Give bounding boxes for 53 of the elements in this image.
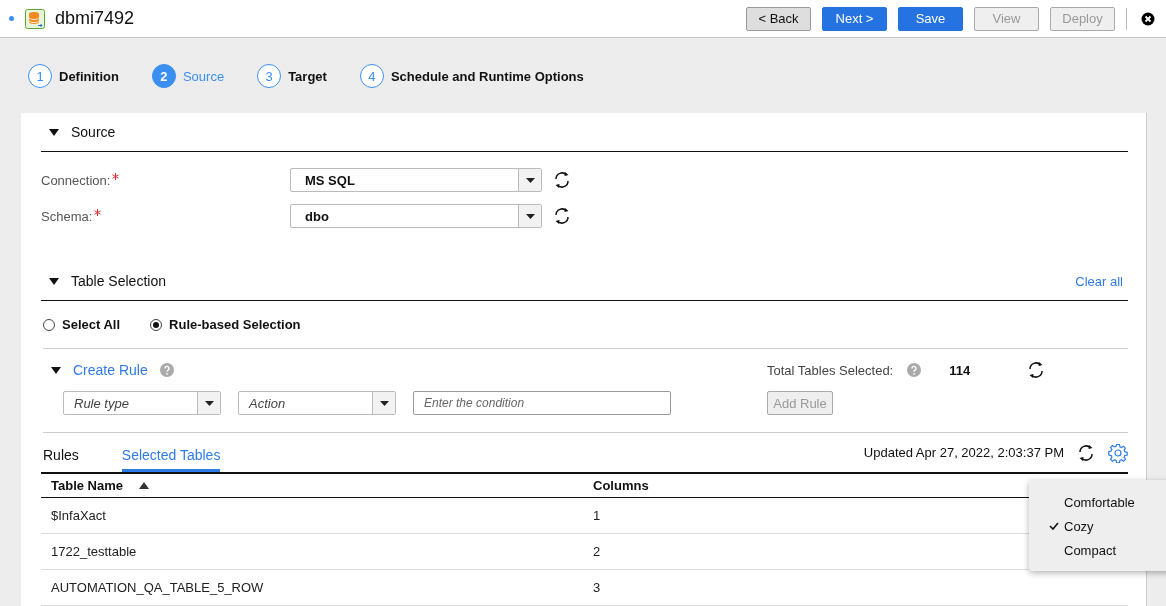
radio-label[interactable]: Select All: [62, 317, 121, 332]
caret-icon: [204, 400, 214, 406]
step-label[interactable]: Target: [288, 68, 327, 84]
updated-time: Updated Apr 27, 2022, 2:03:37 PM: [863, 445, 1064, 460]
task-title: dbmi7492: [55, 8, 136, 29]
menu-item[interactable]: Comfortable: [1064, 494, 1135, 510]
table-cell: $InfaXact: [51, 508, 106, 523]
field-label: Schema:: [41, 208, 93, 224]
collapse-triangle-icon[interactable]: [51, 366, 61, 374]
tab[interactable]: Selected Tables: [121, 447, 221, 472]
clear-all-link[interactable]: Clear all: [1075, 273, 1123, 289]
collapse-triangle-icon[interactable]: [49, 128, 59, 136]
radio-label[interactable]: Rule-based Selection: [169, 317, 301, 332]
step-label[interactable]: Schedule and Runtime Options: [390, 68, 584, 84]
section-title: Table Selection: [71, 273, 167, 289]
sort-icon[interactable]: [139, 482, 149, 489]
header-button[interactable]: Save: [898, 6, 963, 31]
condition-input[interactable]: Enter the condition: [413, 391, 671, 415]
table-cell: 1722_testtable: [51, 544, 137, 559]
field-label: Connection:: [41, 172, 111, 188]
caret-icon: [379, 400, 389, 406]
table-cell: 1: [593, 508, 601, 523]
table-cell: 2: [593, 544, 601, 559]
column-header[interactable]: Columns: [593, 478, 649, 493]
menu-item[interactable]: Cozy: [1064, 518, 1094, 534]
collapse-triangle-icon[interactable]: [49, 277, 59, 285]
dropdown-field[interactable]: dbo: [290, 204, 542, 228]
total-count: 114: [949, 362, 971, 378]
refresh-icon[interactable]: [552, 170, 572, 190]
refresh-icon[interactable]: [1076, 442, 1096, 463]
dropdown-field[interactable]: Rule type: [63, 391, 221, 415]
dropdown-field[interactable]: Action: [238, 391, 396, 415]
dropdown-field[interactable]: MS SQL: [290, 168, 542, 192]
tab[interactable]: Rules: [43, 447, 79, 472]
step-label[interactable]: Definition: [59, 68, 119, 84]
column-header[interactable]: Table Name: [51, 478, 123, 493]
table-cell: 3: [593, 580, 601, 595]
close-icon[interactable]: [1141, 11, 1155, 26]
table-cell: AUTOMATION_QA_TABLE_5_ROW: [51, 580, 264, 595]
database-task-icon: [25, 8, 45, 29]
total-label: Total Tables Selected:: [767, 362, 894, 378]
caret-icon: [525, 213, 535, 219]
menu-item[interactable]: Compact: [1064, 542, 1117, 558]
header-button[interactable]: < Back: [746, 6, 811, 31]
caret-icon: [525, 177, 535, 183]
create-rule-link[interactable]: Create Rule: [73, 362, 148, 378]
section-title: Source: [71, 124, 117, 140]
radio-button[interactable]: [43, 318, 55, 331]
settings-icon[interactable]: [1108, 442, 1128, 463]
refresh-icon[interactable]: [552, 206, 572, 226]
radio-button[interactable]: [150, 318, 163, 331]
status-dot: [9, 16, 14, 21]
header-button[interactable]: Next >: [822, 6, 887, 31]
